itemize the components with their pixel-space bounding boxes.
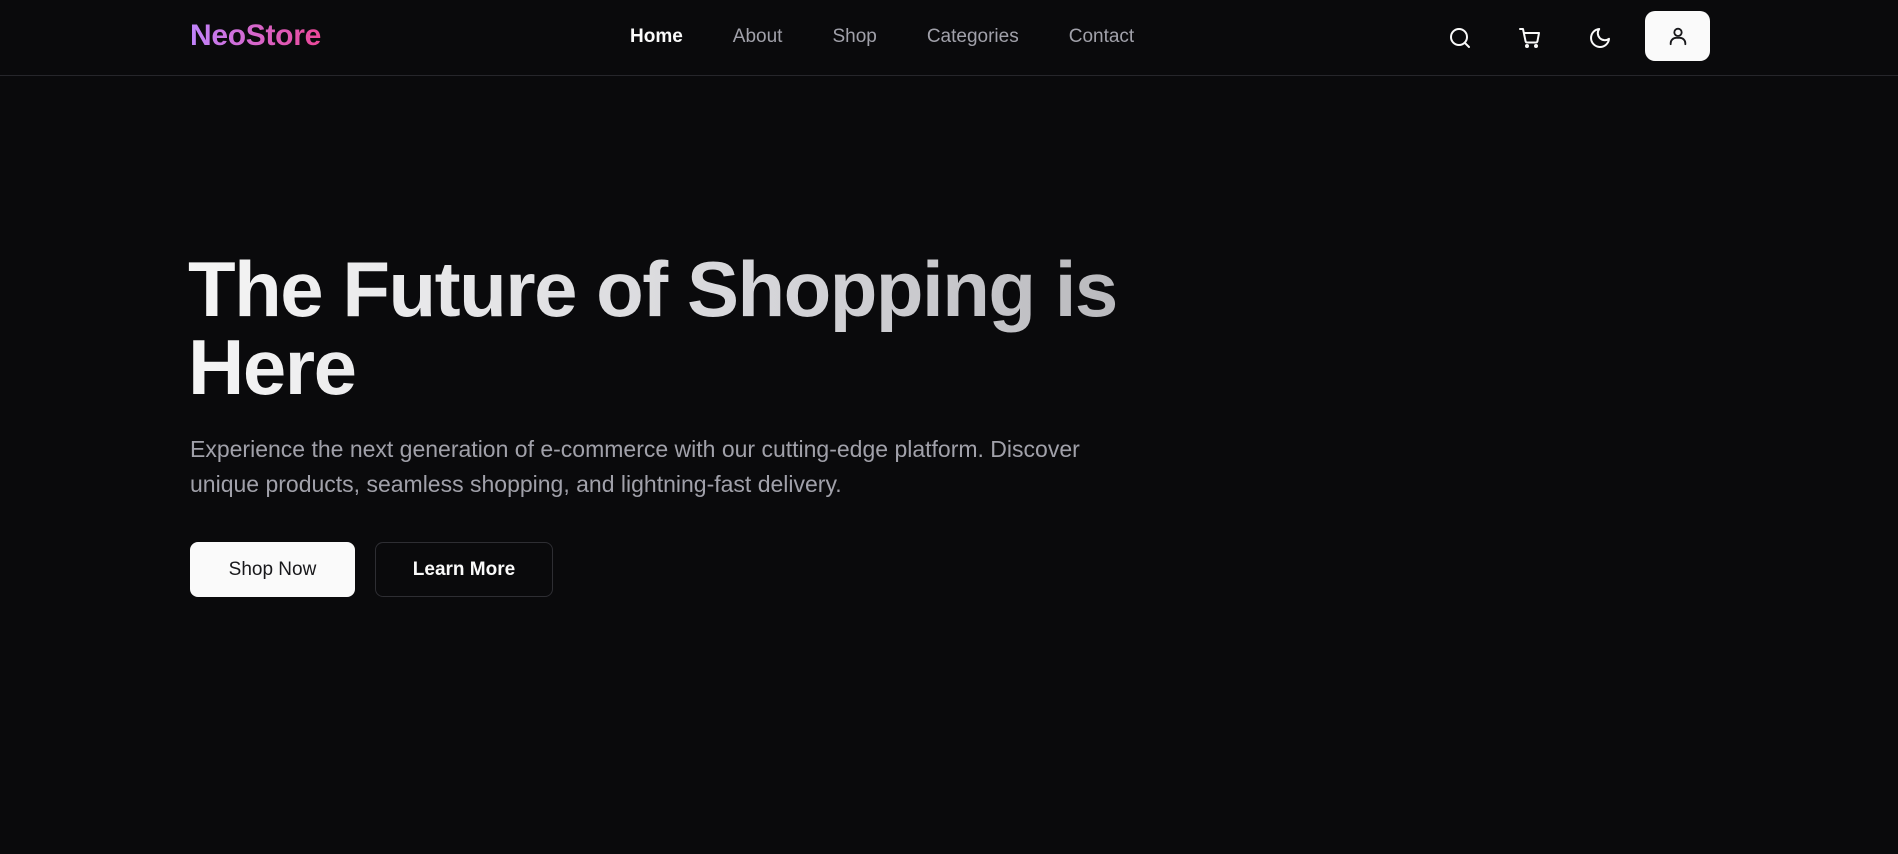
logo[interactable]: NeoStore [190,18,321,54]
user-icon [1669,27,1686,46]
nav-item-categories[interactable]: Categories [927,24,1019,50]
site-header: NeoStore Home About Shop Categories Cont… [0,0,1898,76]
nav-item-home[interactable]: Home [630,24,683,50]
theme-toggle-button[interactable] [1580,18,1620,58]
search-button[interactable] [1440,18,1480,58]
cart-button[interactable] [1510,18,1550,58]
main-nav: Home About Shop Categories Contact [630,24,1184,50]
learn-more-button[interactable]: Learn More [375,542,553,597]
nav-item-shop[interactable]: Shop [832,24,876,50]
shop-now-button[interactable]: Shop Now [190,542,355,597]
page: NeoStore Home About Shop Categories Cont… [0,0,1898,854]
search-icon [1450,28,1470,48]
nav-item-about[interactable]: About [733,24,783,50]
moon-icon [1590,28,1610,48]
account-button[interactable] [1645,11,1710,61]
hero-subtitle: Experience the next generation of e-comm… [190,436,1080,497]
cart-icon [1519,28,1540,48]
nav-item-contact[interactable]: Contact [1069,24,1134,50]
hero-title: The Future of Shopping is Here [188,250,1188,406]
